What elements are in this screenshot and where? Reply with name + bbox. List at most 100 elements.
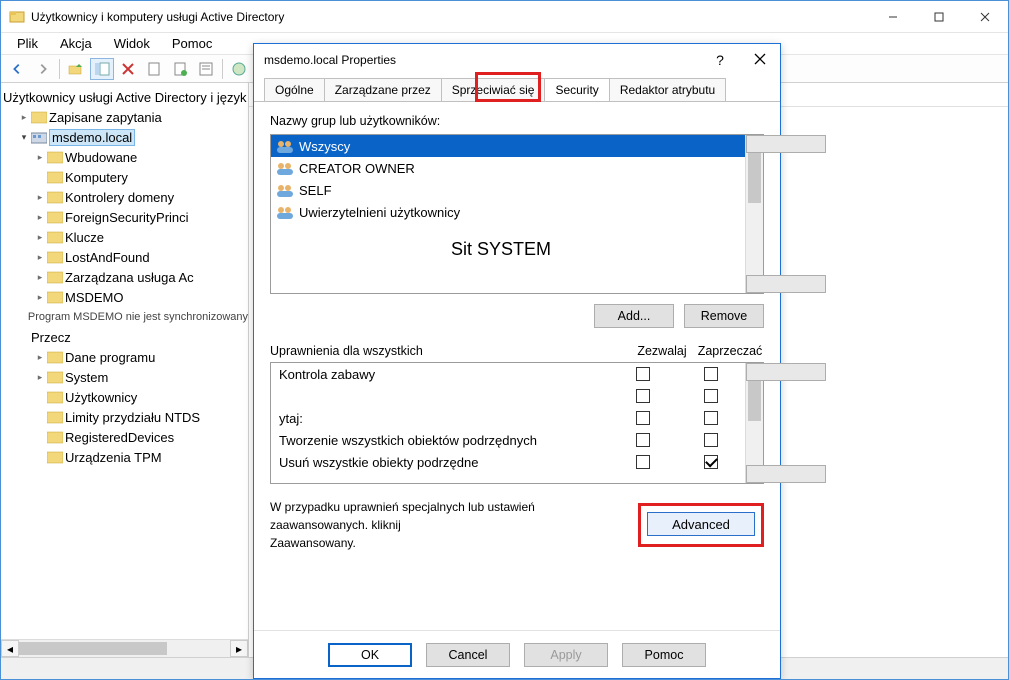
allow-checkbox[interactable] — [636, 433, 650, 447]
chevron-right-icon[interactable]: ▸ — [33, 272, 47, 283]
deny-checkbox[interactable] — [704, 455, 718, 469]
chevron-right-icon[interactable]: ▸ — [33, 352, 47, 363]
chevron-right-icon[interactable]: ▸ — [33, 372, 47, 383]
tree-item[interactable]: ▸Klucze — [1, 227, 248, 247]
group-item[interactable]: SELF — [271, 179, 745, 201]
groups-scrollbar[interactable] — [745, 135, 763, 293]
forward-button[interactable] — [31, 58, 55, 80]
remove-button[interactable]: Remove — [684, 304, 764, 328]
scroll-thumb[interactable] — [748, 153, 761, 203]
tree-item-label: LostAndFound — [65, 250, 150, 265]
menu-help[interactable]: Pomoc — [162, 34, 222, 53]
window-title: Użytkownicy i komputery usługi Active Di… — [31, 10, 870, 24]
scroll-thumb[interactable] — [748, 381, 761, 421]
dialog-close-button[interactable] — [740, 53, 780, 68]
group-icon — [275, 182, 295, 198]
allow-checkbox[interactable] — [636, 455, 650, 469]
tree-pane[interactable]: Użytkownicy usługi Active Directory i ję… — [1, 83, 249, 657]
folder-icon — [47, 370, 63, 384]
tree-item[interactable]: ▸Wbudowane — [1, 147, 248, 167]
ok-button[interactable]: OK — [328, 643, 412, 667]
scroll-down-button[interactable] — [746, 465, 826, 483]
scroll-left-button[interactable]: ◂ — [1, 640, 19, 657]
refresh-button[interactable] — [142, 58, 166, 80]
permission-row: Tworzenie wszystkich obiektów podrzędnyc… — [271, 429, 745, 451]
groups-listbox[interactable]: WszyscyCREATOR OWNERSELFUwierzytelnieni … — [270, 134, 764, 294]
group-item[interactable]: Wszyscy — [271, 135, 745, 157]
add-button[interactable]: Add... — [594, 304, 674, 328]
tree-item[interactable]: ▸Zarządzana usługa Ac — [1, 267, 248, 287]
apply-button[interactable]: Apply — [524, 643, 608, 667]
menu-view[interactable]: Widok — [104, 34, 160, 53]
help-button[interactable]: Pomoc — [622, 643, 706, 667]
tab-security[interactable]: Security — [544, 78, 609, 101]
tree-item[interactable]: Limity przydziału NTDS — [1, 407, 248, 427]
tree-hscroll[interactable]: ◂ ▸ — [1, 639, 248, 657]
tree-item[interactable]: ▸Dane programu — [1, 347, 248, 367]
chevron-right-icon[interactable]: ▸ — [33, 192, 47, 203]
permissions-header-label: Uprawnienia dla wszystkich — [270, 344, 628, 358]
allow-checkbox[interactable] — [636, 389, 650, 403]
tree-item[interactable]: ▸ LostAndFound — [1, 247, 248, 267]
deny-checkbox[interactable] — [704, 389, 718, 403]
menu-file[interactable]: Plik — [7, 34, 48, 53]
chevron-right-icon[interactable]: ▸ — [33, 232, 47, 243]
tree-item[interactable]: Przecz — [1, 327, 248, 347]
scroll-down-button[interactable] — [746, 275, 826, 293]
tree-root[interactable]: Użytkownicy usługi Active Directory i ję… — [1, 87, 248, 107]
tree-item[interactable]: Użytkownicy — [1, 387, 248, 407]
find-button[interactable] — [227, 58, 251, 80]
close-button[interactable] — [962, 1, 1008, 33]
tree-item-label: Kontrolery domeny — [65, 190, 174, 205]
tree-item[interactable]: ▸ForeignSecurityPrinci — [1, 207, 248, 227]
scroll-up-button[interactable] — [746, 363, 826, 381]
advanced-button[interactable]: Advanced — [647, 512, 755, 536]
tree-item[interactable]: RegisteredDevices — [1, 427, 248, 447]
group-item[interactable]: CREATOR OWNER — [271, 157, 745, 179]
permission-row: Usuń wszystkie obiekty podrzędne — [271, 451, 745, 473]
show-tree-button[interactable] — [90, 58, 114, 80]
chevron-right-icon[interactable]: ▸ — [33, 152, 47, 163]
chevron-right-icon[interactable]: ▸ — [17, 112, 31, 123]
tree-item-label: MSDEMO — [65, 290, 124, 305]
chevron-right-icon[interactable]: ▸ — [33, 252, 47, 263]
chevron-right-icon[interactable]: ▸ — [33, 212, 47, 223]
tab-managed-by[interactable]: Zarządzane przez — [324, 78, 442, 101]
scroll-up-button[interactable] — [746, 135, 826, 153]
allow-checkbox[interactable] — [636, 367, 650, 381]
tree-item[interactable]: Komputery — [1, 167, 248, 187]
properties-button[interactable] — [194, 58, 218, 80]
chevron-right-icon[interactable]: ▸ — [33, 292, 47, 303]
scroll-right-button[interactable]: ▸ — [230, 640, 248, 657]
permissions-scrollbar[interactable] — [745, 363, 763, 483]
tree-item[interactable]: ▸System — [1, 367, 248, 387]
tree-item[interactable]: ▸Zapisane zapytania — [1, 107, 248, 127]
deny-checkbox[interactable] — [704, 433, 718, 447]
tab-general[interactable]: Ogólne — [264, 78, 325, 101]
folder-icon — [47, 450, 63, 464]
delete-button[interactable] — [116, 58, 140, 80]
scroll-thumb[interactable] — [19, 642, 167, 655]
cancel-button[interactable]: Cancel — [426, 643, 510, 667]
chevron-down-icon[interactable]: ▾ — [17, 132, 31, 143]
up-folder-button[interactable] — [64, 58, 88, 80]
deny-checkbox[interactable] — [704, 367, 718, 381]
tree-item[interactable]: ▾msdemo.local — [1, 127, 248, 147]
allow-checkbox[interactable] — [636, 411, 650, 425]
tab-object[interactable]: Sprzeciwiać się — [441, 78, 546, 101]
tree-item[interactable]: Urządzenia TPM — [1, 447, 248, 467]
maximize-button[interactable] — [916, 1, 962, 33]
group-item[interactable]: Uwierzytelnieni użytkownicy — [271, 201, 745, 223]
permissions-listbox[interactable]: Kontrola zabawyytaj:Tworzenie wszystkich… — [270, 362, 764, 484]
deny-checkbox[interactable] — [704, 411, 718, 425]
menu-action[interactable]: Akcja — [50, 34, 102, 53]
export-button[interactable] — [168, 58, 192, 80]
tree-item[interactable]: ▸ MSDEMO — [1, 287, 248, 307]
folder-icon — [47, 170, 63, 184]
back-button[interactable] — [5, 58, 29, 80]
tab-attribute-editor[interactable]: Redaktor atrybutu — [609, 78, 726, 101]
tree-item[interactable]: Program MSDEMO nie jest synchronizowany — [1, 307, 248, 327]
minimize-button[interactable] — [870, 1, 916, 33]
dialog-help-button[interactable]: ? — [700, 52, 740, 68]
tree-item[interactable]: ▸ Kontrolery domeny — [1, 187, 248, 207]
